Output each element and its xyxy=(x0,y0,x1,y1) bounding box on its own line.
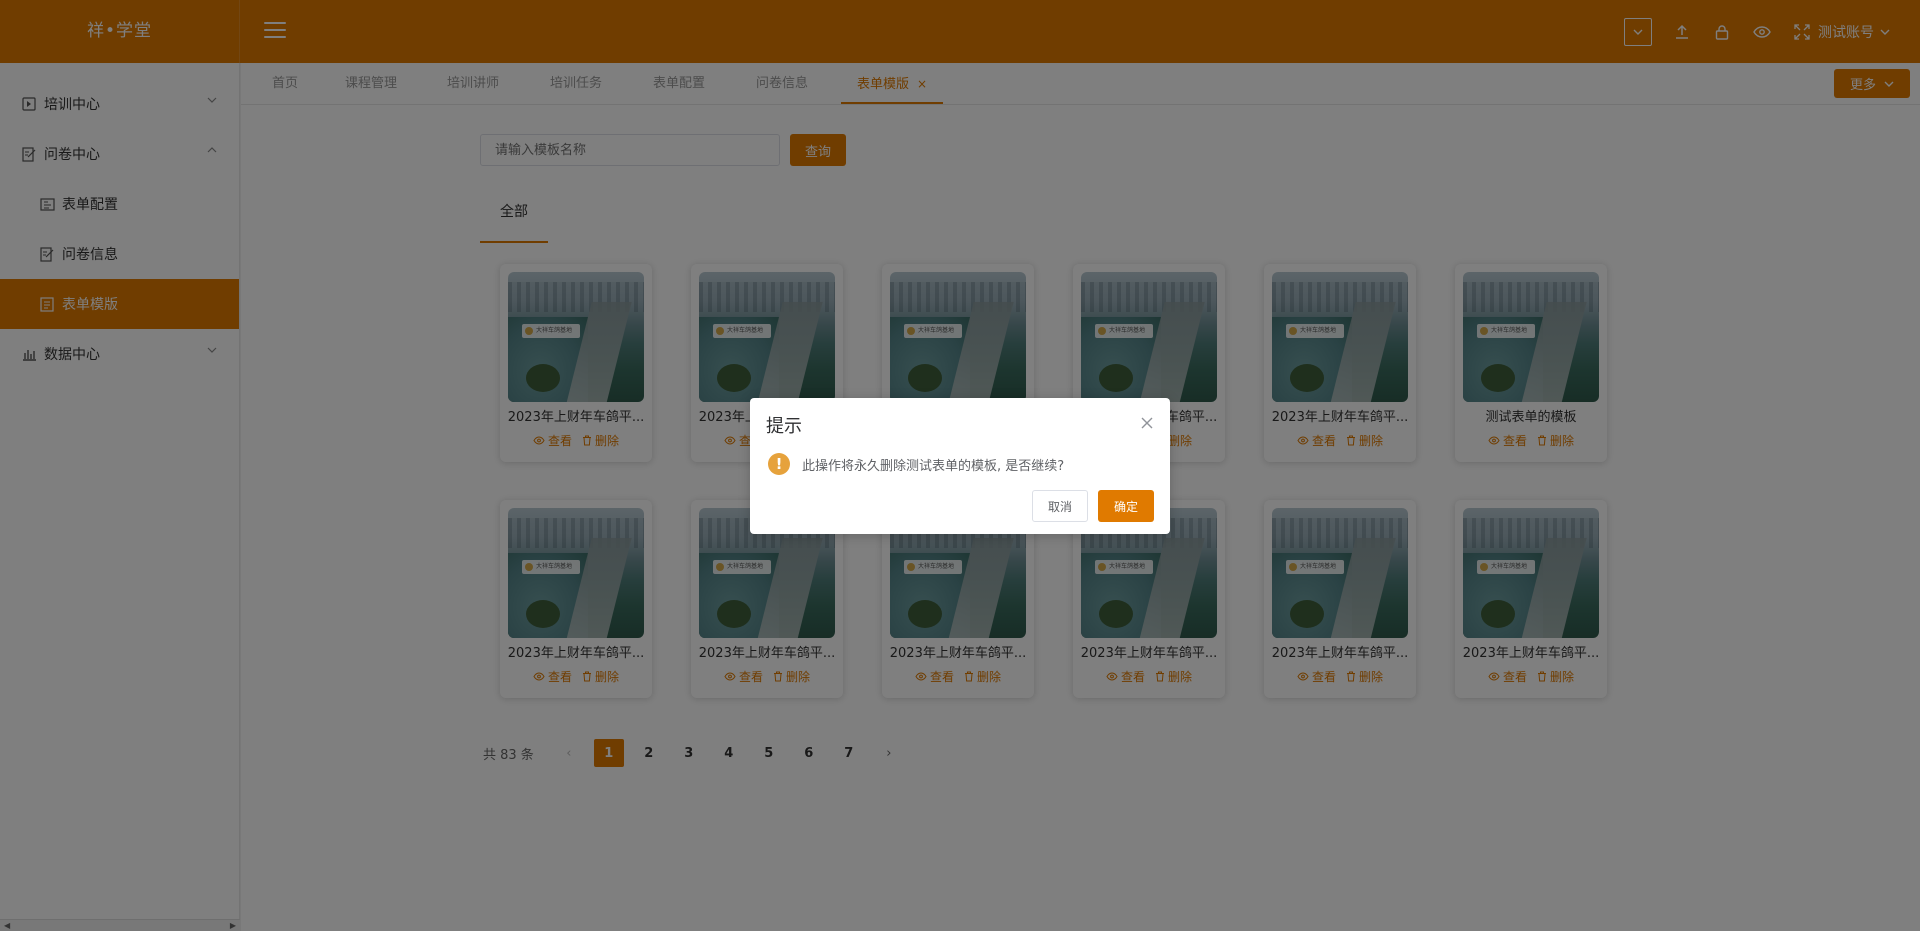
cancel-button[interactable]: 取消 xyxy=(1032,490,1088,522)
confirm-button[interactable]: 确定 xyxy=(1098,490,1154,522)
warning-icon: ! xyxy=(768,453,790,475)
dialog-message: 此操作将永久删除测试表单的模板, 是否继续? xyxy=(802,459,1065,474)
close-icon[interactable] xyxy=(1140,416,1154,430)
confirm-dialog: 提示 ! 此操作将永久删除测试表单的模板, 是否继续? 取消 确定 xyxy=(750,398,1170,534)
dialog-title: 提示 xyxy=(766,416,802,437)
